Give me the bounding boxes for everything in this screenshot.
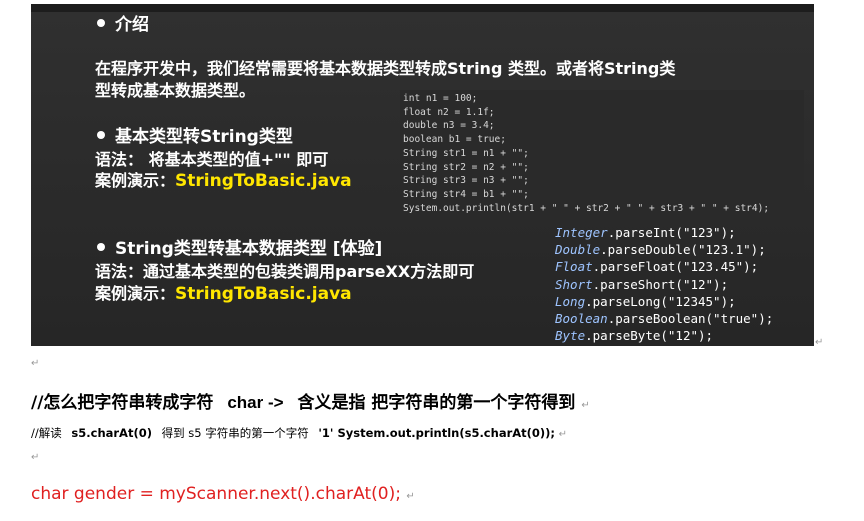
intro-heading: 介绍 <box>97 10 149 35</box>
bullet-dot-icon <box>97 243 105 251</box>
code-line: String str3 = n3 + ""; <box>403 175 529 187</box>
parse-call: .parseByte("12"); <box>585 328 714 344</box>
bullet-dot-icon <box>97 131 105 139</box>
parse-code-line: Byte.parseByte("12"); <box>555 327 810 344</box>
code-line: System.out.println(str1 + " " + str2 + "… <box>403 202 770 214</box>
parse-code-line: Integer.parseInt("123"); <box>555 224 810 241</box>
section2-example-file: StringToBasic.java <box>175 284 352 304</box>
parse-call: .parseLong("12345"); <box>585 293 736 309</box>
doc-comment-heading: //怎么把字符串转成字符 char -> 含义是指 把字符串的第一个字符得到 ↵ <box>31 393 590 413</box>
section1-example: 案例演示：StringToBasic.java <box>95 171 352 191</box>
intro-line-1: 在程序开发中，我们经常需要将基本数据类型转成String 类型。或者将Strin… <box>95 59 676 78</box>
wrapper-class-name: Float <box>555 259 593 275</box>
parse-call: .parseFloat("123.45"); <box>592 259 759 275</box>
wrapper-class-name: Double <box>555 242 601 258</box>
doc-comment-explain: //解读 s5.charAt(0) 得到 s5 字符串的第一个字符 '1' Sy… <box>31 426 568 440</box>
section1-heading: 基本类型转String类型 <box>97 122 293 147</box>
wrapper-class-name: Byte <box>555 328 586 344</box>
bullet-dot-icon <box>97 19 105 27</box>
doc-code-line: char gender = myScanner.next().charAt(0)… <box>31 484 415 504</box>
intro-line-2: 型转成基本数据类型。 <box>95 81 256 100</box>
paragraph-mark: ↵ <box>31 358 40 369</box>
parse-code-line: Double.parseDouble("123.1"); <box>555 241 810 258</box>
section1-example-file: StringToBasic.java <box>175 171 352 191</box>
paragraph-mark: ↵ <box>815 337 824 348</box>
parse-call: .parseShort("12"); <box>592 276 729 292</box>
parse-call: .parseDouble("123.1"); <box>600 242 766 258</box>
code-line: double n3 = 3.4; <box>403 120 495 132</box>
lesson-slide-image: 介绍 在程序开发中，我们经常需要将基本数据类型转成String 类型。或者将St… <box>31 4 814 346</box>
wrapper-class-name: Boolean <box>555 311 608 327</box>
section2-example: 案例演示：StringToBasic.java <box>95 284 352 304</box>
parse-call: .parseBoolean("true"); <box>607 311 774 327</box>
section2-syntax: 语法：通过基本类型的包装类调用parseXX方法即可 <box>95 262 475 281</box>
parse-code-line: Float.parseFloat("123.45"); <box>555 258 810 275</box>
code-line: int n1 = 100; <box>403 93 478 104</box>
parse-code-line: Boolean.parseBoolean("true"); <box>555 310 810 327</box>
code-line: boolean b1 = true; <box>403 134 506 146</box>
code-snippet-parse: Integer.parseInt("123"); Double.parseDoub… <box>555 224 810 344</box>
code-snippet-to-string: int n1 = 100; float n2 = 1.1f; double n3 =… <box>400 90 804 218</box>
parse-call: .parseInt("123"); <box>607 225 736 240</box>
code-line: float n2 = 1.1f; <box>403 106 495 118</box>
parse-code-line: Short.parseShort("12"); <box>555 276 810 293</box>
code-line: String str1 = n1 + ""; <box>403 147 529 159</box>
code-line: String str2 = n2 + ""; <box>403 161 529 173</box>
code-line: String str4 = b1 + ""; <box>403 188 529 200</box>
wrapper-class-name: Short <box>555 276 593 292</box>
section2-heading: String类型转基本数据类型 [体验] <box>97 234 382 259</box>
wrapper-class-name: Integer <box>555 225 608 240</box>
wrapper-class-name: Long <box>555 293 586 309</box>
paragraph-mark: ↵ <box>31 452 40 463</box>
parse-code-line: Long.parseLong("12345"); <box>555 293 810 310</box>
